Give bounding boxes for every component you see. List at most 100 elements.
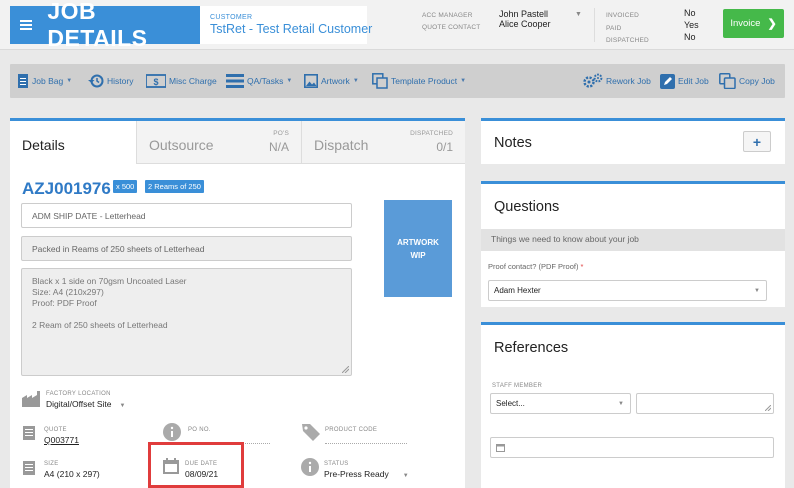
menu-icon[interactable] [10, 20, 41, 30]
tabs: Details Outsource PO'S N/A Dispatch DISP… [10, 121, 465, 164]
description-line: Black x 1 side on 70gsm Uncoated Laser [32, 276, 187, 286]
factory-location-select[interactable]: Digital/Offset Site ▼ [46, 399, 125, 409]
status-label: STATUS [324, 461, 349, 467]
top-bar: JOB DETAILS CUSTOMER TstRet - Test Retai… [0, 0, 794, 51]
svg-text:$: $ [153, 77, 158, 87]
document-icon [23, 461, 35, 475]
quote-contact-label: QUOTE CONTACT [422, 24, 481, 31]
tag-icon [302, 424, 320, 441]
edit-job-button[interactable]: Edit Job [660, 72, 709, 90]
history-label: History [107, 76, 134, 86]
details-panel: Details Outsource PO'S N/A Dispatch DISP… [10, 118, 465, 488]
tab-outsource-label: Outsource [149, 137, 214, 153]
info-icon [163, 423, 181, 441]
image-icon [304, 74, 318, 88]
history-button[interactable]: History [88, 72, 133, 90]
description-line: Proof: PDF Proof [32, 298, 97, 308]
staff-member-placeholder: Select... [496, 399, 525, 408]
reference-date-input[interactable] [490, 437, 774, 458]
job-id: AZJ001976 [22, 179, 111, 198]
notes-panel: Notes + [481, 118, 785, 164]
quote-link[interactable]: Q003771 [44, 435, 79, 445]
product-code-input[interactable] [325, 443, 407, 444]
template-product-button[interactable]: Template Product ▼ [372, 72, 466, 90]
qa-tasks-button[interactable]: QA/Tasks ▼ [226, 72, 292, 90]
quote-label: QUOTE [44, 427, 67, 433]
history-icon [88, 74, 104, 88]
manager-values[interactable]: John Pastell Alice Cooper [499, 9, 551, 29]
tab-outsource[interactable]: Outsource PO'S N/A [136, 121, 301, 164]
toolbar: Job Bag ▼ History $ Misc Charge QA/Tasks ▼… [10, 64, 785, 98]
ship-date-field[interactable]: ADM SHIP DATE - Letterhead [21, 203, 352, 228]
acc-manager-value: John Pastell [499, 9, 549, 19]
tab-dispatch-label: Dispatch [314, 137, 369, 153]
status-group: STATUS Pre-Press Ready ▼ [324, 461, 409, 479]
quote-group: QUOTE Q003771 [44, 427, 79, 445]
document-icon [18, 74, 28, 88]
proof-contact-value: Adam Hexter [494, 286, 541, 295]
customer-block: CUSTOMER TstRet - Test Retail Customer [200, 6, 372, 44]
add-note-button[interactable]: + [743, 131, 771, 152]
calendar-icon [496, 444, 505, 452]
status-values: No Yes No [684, 7, 699, 43]
proof-contact-label: Proof contact? (PDF Proof) * [488, 262, 583, 271]
tab-dispatch[interactable]: Dispatch DISPATCHED 0/1 [301, 121, 465, 164]
copy-job-button[interactable]: Copy Job [719, 72, 775, 90]
customer-label: CUSTOMER [210, 14, 253, 21]
reference-notes-input[interactable] [636, 393, 774, 414]
artwork-button[interactable]: Artwork ▼ [304, 72, 359, 90]
artwork-status-tile[interactable]: ARTWORK WIP [384, 200, 452, 297]
misc-charge-button[interactable]: $ Misc Charge [146, 72, 217, 90]
caret-down-icon: ▼ [119, 403, 126, 409]
info-icon [301, 458, 319, 476]
caret-down-icon[interactable]: ▼ [575, 11, 582, 18]
divider [594, 8, 595, 42]
caret-down-icon: ▼ [460, 78, 467, 84]
caret-down-icon: ▼ [618, 400, 624, 407]
factory-location-label: FACTORY LOCATION [46, 391, 111, 397]
artwork-label: Artwork [321, 76, 350, 86]
template-product-label: Template Product [391, 76, 458, 86]
proof-contact-select[interactable]: Adam Hexter ▼ [488, 280, 767, 301]
copy-icon [719, 73, 736, 89]
factory-location-group: FACTORY LOCATION Digital/Offset Site ▼ [46, 391, 125, 409]
chevron-right-icon: ❯ [767, 18, 777, 30]
tab-details[interactable]: Details [10, 121, 136, 164]
dispatched-value: No [684, 32, 696, 42]
job-bag-button[interactable]: Job Bag ▼ [17, 72, 72, 90]
po-label: PO NO. [188, 427, 211, 433]
references-panel: References STAFF MEMBER Select... ▼ [481, 322, 785, 488]
plus-icon: + [752, 133, 762, 150]
required-marker: * [580, 262, 584, 271]
notes-title: Notes [494, 135, 532, 151]
tab-details-label: Details [22, 137, 65, 153]
packing-value: Packed in Reams of 250 sheets of Letterh… [32, 244, 205, 254]
resize-handle-icon[interactable] [342, 366, 349, 373]
packing-field: Packed in Reams of 250 sheets of Letterh… [21, 236, 352, 261]
copy-job-label: Copy Job [739, 76, 775, 86]
status-value: Pre-Press Ready [324, 469, 389, 479]
customer-value[interactable]: TstRet - Test Retail Customer [210, 22, 372, 36]
staff-member-select[interactable]: Select... ▼ [490, 393, 631, 414]
size-label: SIZE [44, 461, 59, 467]
tasks-icon [226, 74, 244, 88]
status-select[interactable]: Pre-Press Ready ▼ [324, 469, 409, 479]
pos-value: N/A [268, 140, 289, 154]
questions-subtitle: Things we need to know about your job [481, 229, 785, 251]
rework-job-label: Rework Job [606, 76, 651, 86]
size-group: SIZE A4 (210 x 297) [44, 461, 100, 479]
dispatched-label: DISPATCHED [606, 37, 649, 44]
questions-panel: Questions Things we need to know about y… [481, 181, 785, 307]
invoice-button[interactable]: Invoice ❯ [723, 9, 784, 38]
pos-label: PO'S [273, 130, 289, 137]
money-icon: $ [146, 74, 166, 88]
qa-tasks-label: QA/Tasks [247, 76, 284, 86]
caret-down-icon: ▼ [754, 287, 760, 294]
title-block: JOB DETAILS [10, 0, 200, 51]
invoiced-value: No [684, 8, 696, 18]
customer-name: Test Retail Customer [256, 22, 373, 36]
dispatched-count-label: DISPATCHED [410, 130, 453, 137]
invoice-button-label: Invoice [730, 18, 761, 29]
misc-charge-label: Misc Charge [169, 76, 217, 86]
rework-job-button[interactable]: Rework Job [583, 72, 651, 90]
